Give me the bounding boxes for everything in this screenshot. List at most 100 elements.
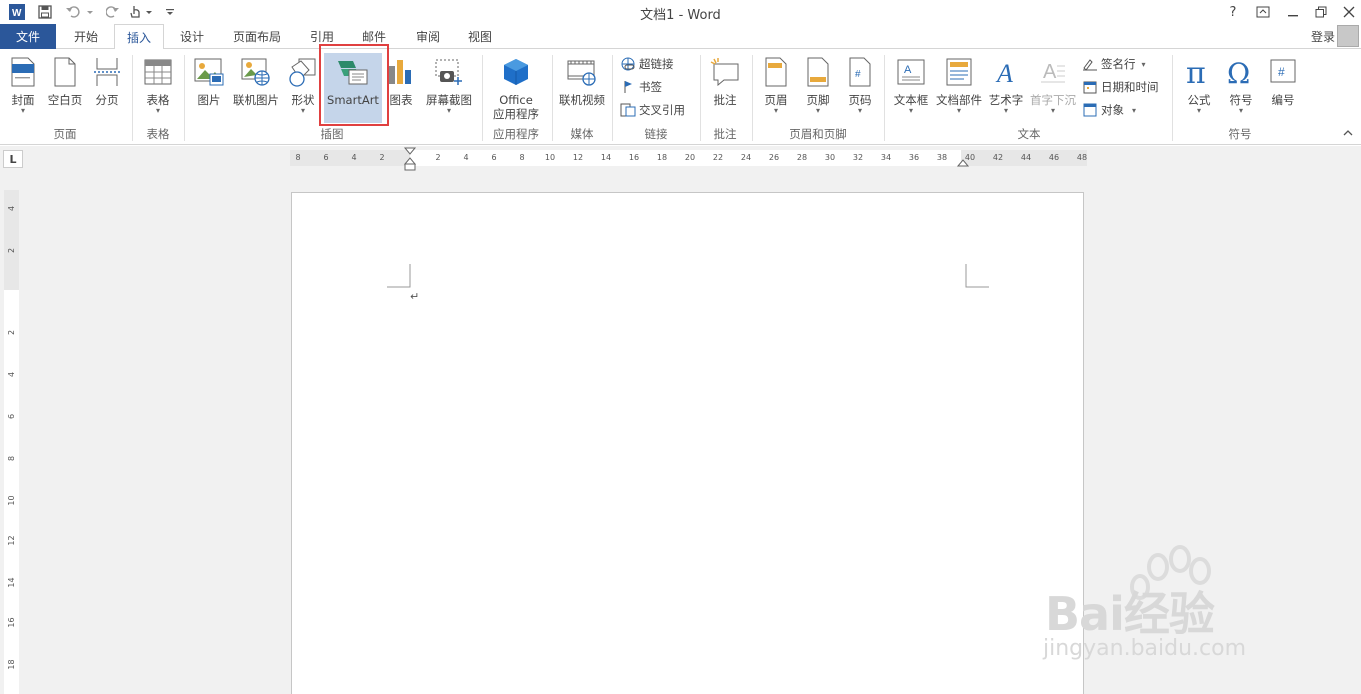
login-link[interactable]: 登录	[1311, 28, 1335, 45]
symbol-button[interactable]: Ω 符号 ▾	[1222, 53, 1260, 125]
blank-page-label: 空白页	[47, 93, 83, 107]
footer-button[interactable]: 页脚 ▾	[800, 53, 836, 125]
page-number-dropdown-icon: ▾	[857, 106, 862, 115]
redo-icon[interactable]	[102, 2, 124, 22]
dropcap-button[interactable]: A 首字下沉 ▾	[1028, 53, 1078, 125]
tab-insert[interactable]: 插入	[114, 24, 164, 50]
quick-parts-icon	[943, 55, 975, 89]
shapes-label: 形状	[291, 93, 315, 107]
office-apps-button[interactable]: Office 应用程序	[486, 53, 546, 125]
group-label-text: 文本	[1017, 127, 1041, 141]
ruler-tick-label: 24	[740, 153, 752, 162]
page-number-button[interactable]: # 页码 ▾	[842, 53, 878, 125]
object-dropdown-icon: ▾	[1132, 105, 1137, 115]
quick-parts-button[interactable]: 文档部件 ▾	[934, 53, 984, 125]
wordart-icon: A	[990, 55, 1022, 89]
table-button[interactable]: 表格 ▾	[140, 53, 176, 125]
cross-reference-button[interactable]: 交叉引用	[620, 100, 685, 120]
document-title: 文档1 - Word	[640, 8, 721, 23]
textbox-icon: A	[895, 55, 927, 89]
tab-home[interactable]: 开始	[62, 24, 110, 49]
calendar-icon	[1082, 79, 1098, 95]
group-separator	[1172, 55, 1173, 141]
ribbon-tabs: 文件 开始 插入 设计 页面布局 引用 邮件 审阅 视图 登录	[0, 24, 1361, 50]
wordart-button[interactable]: A 艺术字 ▾	[986, 53, 1026, 125]
collapse-ribbon-icon[interactable]	[1343, 129, 1353, 140]
header-button[interactable]: 页眉 ▾	[758, 53, 794, 125]
ruler-tick-label: 46	[1048, 153, 1060, 162]
datetime-button[interactable]: 日期和时间	[1082, 77, 1159, 97]
signature-line-button[interactable]: 签名行 ▾	[1082, 54, 1146, 74]
tab-design[interactable]: 设计	[170, 24, 214, 49]
indent-marker-icon[interactable]	[403, 147, 417, 173]
undo-icon[interactable]	[62, 2, 96, 22]
vertical-ruler[interactable]: 4 2 2 4 6 8 10 12 14 16 18	[4, 190, 19, 694]
bookmark-button[interactable]: 书签	[620, 77, 662, 97]
vertical-ruler-tick-label: 14	[7, 577, 16, 588]
minimize-icon[interactable]	[1278, 1, 1308, 23]
help-button[interactable]: ?	[1218, 1, 1248, 23]
ruler-tick-label: 16	[628, 153, 640, 162]
tab-selector[interactable]: L	[3, 150, 23, 168]
customize-qat-icon[interactable]	[162, 2, 178, 22]
cover-page-button[interactable]: 封面 ▾	[6, 53, 40, 125]
cross-reference-label: 交叉引用	[639, 103, 685, 117]
pictures-button[interactable]: 图片	[192, 53, 226, 125]
ruler-tick-label: 10	[544, 153, 556, 162]
screenshot-dropdown-icon: ▾	[446, 106, 451, 115]
vertical-ruler-tick-label: 4	[7, 205, 16, 212]
restore-icon[interactable]	[1306, 1, 1336, 23]
online-video-button[interactable]: 联机视频	[556, 53, 608, 125]
textbox-button[interactable]: A 文本框 ▾	[890, 53, 932, 125]
margin-corner-top-left-icon	[387, 264, 411, 288]
tab-file[interactable]: 文件	[0, 24, 56, 49]
watermark-brand: Bai经验	[1045, 587, 1215, 641]
ribbon-insert: 封面 ▾ 空白页 分页 页面 表格 ▾ 表格 图片 联机图片 形状 ▾ Smar…	[0, 44, 1361, 145]
ruler-tick-label: 2	[379, 153, 385, 162]
table-icon	[142, 55, 174, 89]
shapes-button[interactable]: 形状 ▾	[286, 53, 320, 125]
tab-review[interactable]: 审阅	[406, 24, 450, 49]
group-label-media: 媒体	[570, 127, 594, 141]
save-icon[interactable]	[34, 2, 56, 22]
comment-label: 批注	[713, 93, 737, 107]
tab-view[interactable]: 视图	[458, 24, 502, 49]
online-pictures-button[interactable]: 联机图片	[230, 53, 282, 125]
blank-page-button[interactable]: 空白页	[44, 53, 86, 125]
signature-dropdown-icon: ▾	[1141, 59, 1146, 69]
pictures-label: 图片	[197, 93, 221, 107]
screenshot-button[interactable]: 屏幕截图 ▾	[422, 53, 476, 125]
word-logo-icon[interactable]: W	[6, 2, 28, 22]
group-label-pages: 页面	[53, 127, 77, 141]
avatar[interactable]	[1337, 25, 1359, 47]
number-button[interactable]: # 编号	[1264, 53, 1302, 125]
header-dropdown-icon: ▾	[773, 106, 778, 115]
group-separator	[700, 55, 701, 141]
ruler-tick-label: 38	[936, 153, 948, 162]
ribbon-display-options-icon[interactable]	[1248, 1, 1278, 23]
page-break-button[interactable]: 分页	[90, 53, 124, 125]
online-video-label: 联机视频	[559, 93, 605, 107]
wordart-dropdown-icon: ▾	[1003, 106, 1008, 115]
ruler-tick-label: 36	[908, 153, 920, 162]
horizontal-ruler[interactable]: 8 6 4 2 2 4 6 8 10 12 14 16 18 20 22 24 26 28 30 32 34 36 38 40…	[290, 147, 1087, 171]
svg-text:W: W	[12, 8, 22, 19]
tab-page-layout[interactable]: 页面布局	[222, 24, 292, 49]
close-icon[interactable]	[1334, 1, 1361, 23]
svg-text:#: #	[855, 69, 861, 80]
group-label-comments: 批注	[713, 127, 737, 141]
symbol-label: 符号	[1229, 93, 1253, 107]
touch-mode-icon[interactable]	[126, 2, 156, 22]
equation-button[interactable]: π 公式 ▾	[1180, 53, 1218, 125]
quick-parts-dropdown-icon: ▾	[956, 106, 961, 115]
chart-button[interactable]: 图表	[386, 53, 416, 125]
shapes-dropdown-icon: ▾	[300, 106, 305, 115]
dropcap-icon: A	[1037, 55, 1069, 89]
hyperlink-button[interactable]: 超链接	[620, 54, 674, 74]
ruler-tick-label: 4	[463, 153, 469, 162]
object-button[interactable]: 对象 ▾	[1082, 100, 1136, 120]
vertical-ruler-tick-label: 4	[7, 371, 16, 378]
vertical-ruler-tick-label: 16	[7, 617, 16, 628]
new-comment-button[interactable]: 批注	[708, 53, 742, 125]
document-page[interactable]: ↵	[291, 192, 1084, 694]
